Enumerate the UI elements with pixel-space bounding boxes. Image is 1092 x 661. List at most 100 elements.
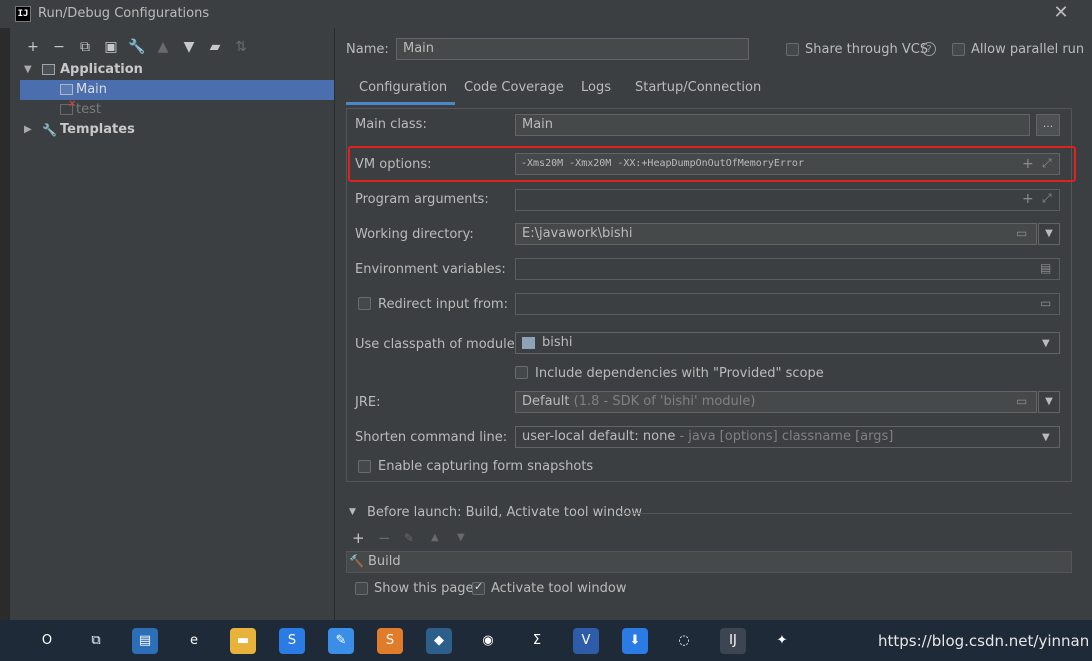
cortana-icon[interactable]: O bbox=[34, 628, 60, 654]
edit-icon[interactable]: ✎ bbox=[404, 531, 414, 545]
capture-snapshots-label: Enable capturing form snapshots bbox=[378, 459, 594, 474]
before-launch-list: 🔨 Build bbox=[346, 551, 1072, 573]
vm-options-label: VM options: bbox=[355, 157, 432, 172]
tab-code-coverage[interactable]: Code Coverage bbox=[464, 80, 564, 102]
file-explorer-icon[interactable]: ▬ bbox=[230, 628, 256, 654]
safari-icon[interactable]: ✦ bbox=[769, 628, 795, 654]
remove-icon[interactable]: − bbox=[378, 529, 391, 547]
add-icon[interactable]: + bbox=[352, 529, 365, 547]
chevron-down-icon[interactable]: ▼ bbox=[1042, 432, 1050, 443]
share-vcs-checkbox[interactable] bbox=[786, 43, 799, 56]
sublime-icon[interactable]: S bbox=[377, 628, 403, 654]
sogou-icon[interactable]: S bbox=[279, 628, 305, 654]
left-gutter bbox=[0, 28, 10, 620]
folder-icon[interactable]: ▰ bbox=[206, 38, 224, 56]
jre-dropdown[interactable]: ▼ bbox=[1038, 391, 1060, 413]
help-icon[interactable]: ? bbox=[922, 42, 936, 56]
program-arguments-input[interactable] bbox=[515, 189, 1060, 211]
sort-icon[interactable]: ⇅ bbox=[232, 38, 250, 56]
splitter[interactable] bbox=[334, 28, 335, 620]
intellij-icon[interactable]: IJ bbox=[720, 628, 746, 654]
move-up-icon[interactable]: ▲ bbox=[431, 532, 439, 543]
tree-node-application[interactable]: ▼ Application bbox=[20, 60, 334, 80]
add-icon[interactable]: + bbox=[24, 38, 42, 56]
jre-select[interactable]: Default (1.8 - SDK of 'bishi' module) bbox=[515, 391, 1037, 413]
working-directory-dropdown[interactable]: ▼ bbox=[1038, 223, 1060, 245]
edge-icon[interactable]: e bbox=[181, 628, 207, 654]
activate-window-label: Activate tool window bbox=[491, 581, 627, 596]
working-directory-input[interactable]: E:\javawork\bishi bbox=[515, 223, 1037, 245]
templates-label: Templates bbox=[60, 122, 135, 137]
list-item[interactable]: Build bbox=[368, 554, 401, 569]
include-provided-checkbox[interactable] bbox=[515, 366, 528, 379]
remove-icon[interactable]: − bbox=[50, 38, 68, 56]
edit-list-icon[interactable]: ▤ bbox=[1040, 261, 1051, 275]
application-label: Application bbox=[60, 62, 143, 77]
close-icon[interactable]: ✕ bbox=[1052, 3, 1070, 23]
visio-icon[interactable]: V bbox=[573, 628, 599, 654]
watermark-text: https://blog.csdn.net/yinnan bbox=[878, 632, 1090, 650]
computer-icon[interactable]: ▤ bbox=[132, 628, 158, 654]
allow-parallel-checkbox[interactable] bbox=[952, 43, 965, 56]
activate-window-checkbox[interactable] bbox=[472, 580, 485, 595]
separator bbox=[620, 513, 1072, 514]
expand-icon[interactable]: ⤢ bbox=[1042, 156, 1052, 171]
application-icon bbox=[42, 64, 55, 75]
chrome-icon[interactable]: ◉ bbox=[475, 628, 501, 654]
downloader-icon[interactable]: ⬇ bbox=[622, 628, 648, 654]
intellij-logo-icon: IJ bbox=[15, 6, 31, 22]
name-input[interactable]: Main bbox=[396, 38, 749, 60]
expand-arrow-icon[interactable]: ▼ bbox=[24, 60, 32, 80]
jre-value: Default bbox=[522, 394, 570, 409]
add-icon[interactable]: + bbox=[1022, 191, 1034, 207]
hammer-icon: 🔨 bbox=[349, 554, 364, 568]
add-icon[interactable]: + bbox=[1022, 156, 1034, 172]
jre-hint: (1.8 - SDK of 'bishi' module) bbox=[573, 394, 756, 409]
capture-snapshots-checkbox[interactable] bbox=[358, 460, 371, 473]
save-icon[interactable]: ▣ bbox=[102, 38, 120, 56]
tree-node-templates[interactable]: ▶ 🔧 Templates bbox=[20, 120, 334, 140]
notes-icon[interactable]: ✎ bbox=[328, 628, 354, 654]
program-arguments-label: Program arguments: bbox=[355, 192, 489, 207]
move-down-icon[interactable]: ▼ bbox=[180, 38, 198, 56]
show-page-label: Show this page bbox=[374, 581, 474, 596]
include-provided-label: Include dependencies with "Provided" sco… bbox=[535, 366, 824, 381]
environment-variables-input[interactable] bbox=[515, 258, 1060, 280]
vm-options-input[interactable]: -Xms20M -Xmx20M -XX:+HeapDumpOnOutOfMemo… bbox=[515, 153, 1060, 175]
redirect-input-field[interactable] bbox=[515, 293, 1060, 315]
task-view-icon[interactable]: ⧉ bbox=[83, 628, 109, 654]
collapse-arrow-icon[interactable]: ▶ bbox=[24, 120, 32, 140]
folder-icon[interactable]: ▭ bbox=[1040, 296, 1051, 310]
sigma-icon[interactable]: Σ bbox=[524, 628, 550, 654]
tab-configuration[interactable]: Configuration bbox=[346, 80, 456, 105]
copy-icon[interactable]: ⧉ bbox=[76, 38, 94, 56]
share-vcs-label: Share through VCS bbox=[805, 42, 929, 57]
wrench-icon: 🔧 bbox=[42, 123, 57, 137]
classpath-module-select[interactable]: bishi bbox=[515, 332, 1060, 354]
module-icon bbox=[522, 337, 535, 349]
folder-icon[interactable]: ▭ bbox=[1016, 226, 1027, 240]
folder-icon[interactable]: ▭ bbox=[1016, 394, 1027, 408]
shorten-value: user-local default: none bbox=[522, 429, 676, 444]
tab-logs[interactable]: Logs bbox=[581, 80, 611, 102]
config-tree: ▼ Application Main ✕ test ▶ 🔧 Templates bbox=[20, 60, 334, 620]
chevron-down-icon[interactable]: ▼ bbox=[1042, 338, 1050, 349]
main-class-input[interactable]: Main bbox=[515, 114, 1030, 136]
tree-item-label: test bbox=[76, 102, 101, 117]
browse-button[interactable]: ... bbox=[1036, 114, 1060, 136]
move-up-icon[interactable]: ▲ bbox=[154, 38, 172, 56]
classpath-module-label: Use classpath of module: bbox=[355, 337, 520, 352]
mysql-icon[interactable]: ◆ bbox=[426, 628, 452, 654]
expand-icon[interactable]: ⤢ bbox=[1042, 191, 1052, 206]
allow-parallel-label: Allow parallel run bbox=[971, 42, 1085, 57]
shorten-command-select[interactable]: user-local default: none - java [options… bbox=[515, 426, 1060, 448]
tab-startup-connection[interactable]: Startup/Connection bbox=[635, 80, 761, 102]
redirect-input-checkbox[interactable] bbox=[358, 297, 371, 310]
wechat-icon[interactable]: ◌ bbox=[671, 628, 697, 654]
move-down-icon[interactable]: ▼ bbox=[457, 532, 465, 543]
wrench-icon[interactable]: 🔧 bbox=[128, 38, 146, 56]
tree-item-label: Main bbox=[76, 82, 108, 97]
show-page-checkbox[interactable] bbox=[355, 582, 368, 595]
tree-item-test[interactable]: ✕ test bbox=[20, 99, 334, 120]
collapse-arrow-icon[interactable]: ▼ bbox=[349, 507, 356, 517]
